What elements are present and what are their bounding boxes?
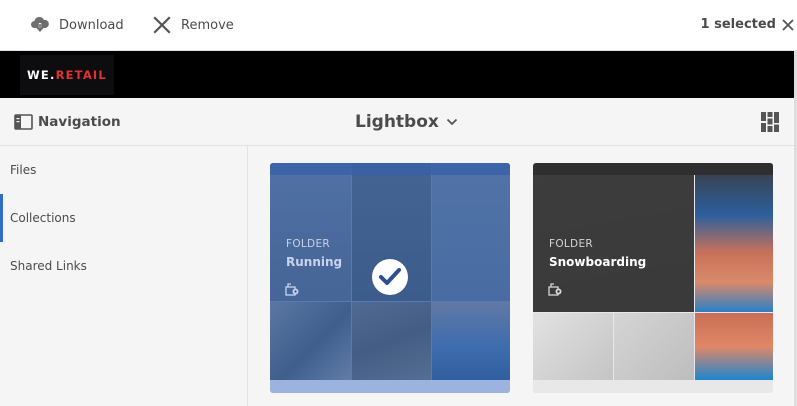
close-icon [151, 14, 173, 36]
card-view-icon [761, 112, 779, 132]
checkmark-circle-icon[interactable] [372, 259, 408, 295]
sidebar-item-label: Collections [10, 211, 76, 225]
collection-name: Running [286, 255, 343, 269]
card-top-band [533, 163, 773, 175]
navigation-toggle-button[interactable]: Navigation [14, 112, 121, 132]
collection-card-running[interactable]: FOLDER Running [270, 163, 510, 393]
remove-button[interactable]: Remove [151, 13, 234, 37]
sidebar-item-label: Shared Links [10, 259, 87, 273]
remove-label: Remove [181, 17, 234, 33]
chevron-down-icon [445, 115, 459, 129]
navigation-label: Navigation [38, 114, 121, 130]
cloud-download-icon [29, 14, 51, 36]
collection-card-snowboarding[interactable]: FOLDER Snowboarding [533, 163, 773, 393]
card-footer [533, 380, 773, 393]
thumbnail-image [533, 313, 613, 380]
selection-count: 1 selected [700, 17, 776, 32]
download-button[interactable]: Download [29, 13, 124, 37]
rail-toggle-icon [14, 114, 33, 130]
thumbnail-image [695, 163, 773, 312]
sidebar-item-collections[interactable]: Collections [0, 194, 248, 242]
side-navigation: Files Collections Shared Links [0, 146, 248, 406]
shared-collection-icon [285, 281, 299, 296]
collection-type: FOLDER [549, 238, 593, 250]
lightbox-title-dropdown[interactable]: Lightbox [355, 110, 459, 134]
page-title: Lightbox [355, 112, 439, 132]
collection-type: FOLDER [286, 238, 330, 250]
selection-action-bar: Download Remove 1 selected [0, 0, 797, 51]
thumbnail-image [614, 313, 694, 380]
shared-collection-icon [548, 281, 562, 296]
logo-text-part2: RETAIL [55, 68, 107, 82]
download-label: Download [59, 17, 124, 33]
card-footer [270, 380, 510, 393]
lightbox-toolbar: Navigation Lightbox [0, 98, 794, 146]
collections-grid: FOLDER Running FOLDER Snowboarding [249, 146, 794, 406]
we-retail-logo[interactable]: WE. RETAIL [20, 55, 114, 95]
thumbnail-image [695, 313, 773, 380]
collection-name: Snowboarding [549, 255, 647, 269]
close-icon [782, 19, 794, 31]
brand-bar: WE. RETAIL [0, 51, 797, 98]
sidebar-item-label: Files [10, 163, 37, 177]
close-selection-button[interactable] [781, 17, 795, 33]
sidebar-item-shared-links[interactable]: Shared Links [0, 242, 248, 290]
logo-text-part1: WE. [27, 68, 56, 82]
sidebar-item-files[interactable]: Files [0, 146, 248, 194]
card-top-band [270, 163, 510, 175]
view-switcher-button[interactable] [761, 112, 779, 132]
